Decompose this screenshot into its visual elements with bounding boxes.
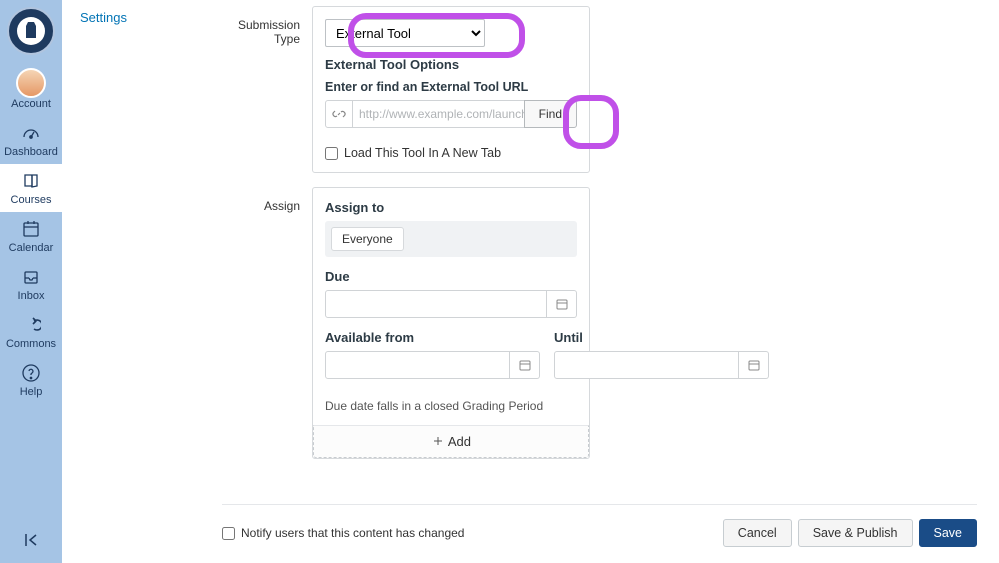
save-button[interactable]: Save [919,519,978,547]
cancel-button[interactable]: Cancel [723,519,792,547]
available-from-label: Available from [325,330,540,345]
available-from-input[interactable] [325,351,510,379]
notify-label: Notify users that this content has chang… [241,526,464,540]
global-nav: Account Dashboard Courses Calendar Inbox… [0,0,62,563]
until-wrap [554,351,769,379]
due-date-wrap [325,290,577,318]
save-publish-button[interactable]: Save & Publish [798,519,913,547]
find-button[interactable]: Find [524,100,577,128]
footer-buttons: Cancel Save & Publish Save [723,519,977,547]
sidebar-item-label: Courses [11,194,52,206]
assign-to-input[interactable]: Everyone [325,221,577,257]
submission-type-select[interactable]: External Tool [325,19,485,47]
sidebar-item-account[interactable]: Account [0,56,62,116]
commons-icon [20,314,42,336]
notify-checkbox[interactable] [222,527,235,540]
until-input[interactable] [554,351,739,379]
submission-type-label: Submission Type [222,6,312,46]
load-new-tab-checkbox-row[interactable]: Load This Tool In A New Tab [325,146,577,160]
available-from-wrap [325,351,540,379]
due-date-input[interactable] [325,290,547,318]
available-from-calendar-button[interactable] [510,351,540,379]
until-calendar-button[interactable] [739,351,769,379]
due-date-calendar-button[interactable] [547,290,577,318]
availability-row: Available from Until [325,330,577,391]
sidebar-item-label: Account [11,98,51,110]
assign-to-label: Assign to [325,200,577,215]
submission-type-box: External Tool External Tool Options Ente… [312,6,590,173]
submission-type-row: Submission Type External Tool External T… [222,6,782,173]
form-footer: Notify users that this content has chang… [222,504,977,547]
inbox-icon [20,266,42,288]
sidebar-item-label: Inbox [18,290,45,302]
assign-row-label: Assign [222,187,312,213]
avatar [16,68,46,98]
main-content: Settings Submission Type External Tool E… [62,0,999,563]
load-new-tab-label: Load This Tool In A New Tab [344,146,501,160]
assignee-pill[interactable]: Everyone [331,227,404,251]
add-assignment-override-button[interactable]: Add [313,425,589,458]
grading-period-status: Due date falls in a closed Grading Perio… [325,399,577,413]
assign-box: Assign to Everyone Due Available from [312,187,590,459]
add-label: Add [448,434,471,449]
help-icon [20,362,42,384]
assign-row: Assign Assign to Everyone Due Available … [222,187,782,459]
external-tool-url-input[interactable] [353,100,524,128]
external-tool-url-label: Enter or find an External Tool URL [325,80,577,94]
submission-type-select-wrap: External Tool [325,19,577,47]
due-label: Due [325,269,577,284]
school-logo[interactable] [6,6,56,56]
notify-checkbox-row[interactable]: Notify users that this content has chang… [222,526,464,540]
sidebar-item-label: Help [20,386,43,398]
sidebar-item-dashboard[interactable]: Dashboard [0,116,62,164]
link-icon [325,100,353,128]
assignment-form: Submission Type External Tool External T… [222,6,782,473]
until-label: Until [554,330,769,345]
dashboard-icon [20,122,42,144]
sidebar-item-label: Calendar [9,242,54,254]
sidebar-item-commons[interactable]: Commons [0,308,62,356]
sidebar-item-courses[interactable]: Courses [0,164,62,212]
sidebar-item-calendar[interactable]: Calendar [0,212,62,260]
sidebar-item-help[interactable]: Help [0,356,62,404]
sidebar-item-inbox[interactable]: Inbox [0,260,62,308]
load-new-tab-checkbox[interactable] [325,147,338,160]
calendar-icon [20,218,42,240]
sidebar-item-label: Commons [6,338,56,350]
sidebar-collapse-button[interactable] [0,525,62,555]
settings-link[interactable]: Settings [80,10,127,25]
external-tool-url-row: Find [325,100,577,128]
courses-icon [20,170,42,192]
sidebar-item-label: Dashboard [4,146,58,158]
external-tool-options-heading: External Tool Options [325,57,577,72]
